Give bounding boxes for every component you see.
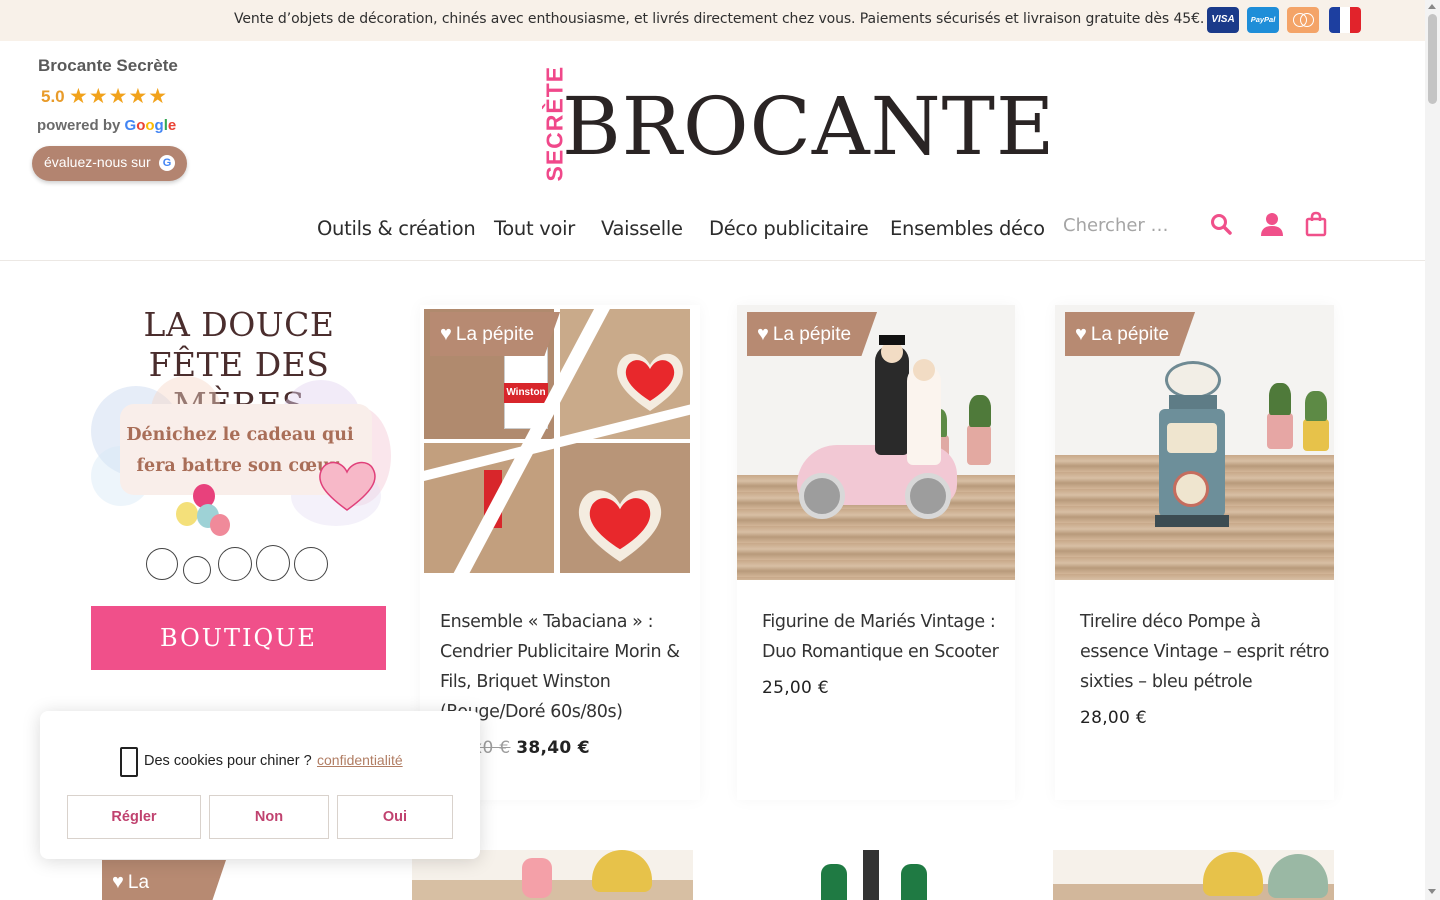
rate-us-label: évaluez-nous sur (44, 154, 151, 170)
scroll-down-arrow-icon[interactable] (1428, 889, 1436, 894)
heart-ashtray-icon (578, 490, 662, 562)
nav-item-outils-creation[interactable]: Outils & création (317, 217, 476, 240)
rating-stars-icon: ★★★★★ (69, 85, 169, 108)
pepite-badge: ♥La pépite (102, 860, 226, 900)
nav-item-vaisselle[interactable]: Vaisselle (601, 217, 683, 240)
price: 28,00 € (1080, 708, 1147, 728)
promo-title-line: LA DOUCE (143, 305, 335, 344)
google-letter: o (136, 117, 146, 134)
heart-icon: ♥ (1075, 323, 1087, 345)
cookie-message: Des cookies pour chiner ? (144, 753, 312, 769)
nav-item-ensembles-deco[interactable]: Ensembles déco (890, 217, 1045, 240)
badge-label: La pépite (772, 324, 852, 345)
google-letter: G (124, 117, 137, 134)
product-title[interactable]: Figurine de Mariés Vintage : Duo Romanti… (762, 607, 1012, 667)
heart-icon: ♥ (757, 323, 769, 345)
heart-doodle-icon (319, 461, 376, 511)
google-icon: G (159, 155, 175, 171)
paypal-icon: PayPal (1247, 7, 1279, 33)
google-business-name: Brocante Secrète (38, 56, 178, 75)
header-divider (0, 260, 1425, 261)
balloon-icon (176, 502, 198, 526)
badge-label: La pépite (455, 324, 535, 345)
heart-icon: ♥ (440, 323, 452, 345)
child-drawing-icon (294, 547, 328, 581)
product-image[interactable] (1053, 850, 1334, 900)
balloon-icon (210, 514, 230, 536)
product-price: 25,00 € (762, 678, 829, 698)
privacy-link[interactable]: confidentialité (317, 752, 403, 768)
pepite-badge: ♥La pépite (1065, 312, 1196, 356)
shopping-bag-icon[interactable] (1305, 211, 1327, 237)
site-logo[interactable]: SECRÈTE BROCANTE (514, 66, 1055, 184)
rate-us-google-button[interactable]: évaluez-nous sur G (32, 146, 187, 181)
nav-item-deco-publicitaire[interactable]: Déco publicitaire (709, 217, 869, 240)
product-image[interactable] (815, 850, 955, 900)
cookie-settings-button[interactable]: Régler (67, 795, 201, 839)
powered-by-google: powered by Google (37, 117, 176, 134)
boutique-button[interactable]: BOUTIQUE (91, 606, 386, 670)
announcement-bar: Vente d’objets de décoration, chinés ave… (0, 0, 1425, 41)
google-letter: o (145, 117, 155, 134)
heart-ashtray-icon (617, 353, 683, 411)
google-rating-score: 5.0 (41, 87, 65, 106)
product-card[interactable]: ♥ La pépite Tirelire déco Pompe à essence… (1055, 305, 1334, 800)
visa-icon: VISA (1207, 7, 1239, 33)
google-letter: e (167, 117, 177, 134)
product-title[interactable]: Ensemble « Tabaciana » : Cendrier Public… (440, 607, 690, 727)
price: 25,00 € (762, 678, 829, 698)
child-drawing-icon (256, 545, 290, 581)
announcement-text: Vente d’objets de décoration, chinés ave… (234, 11, 1205, 27)
logo-main-text: BROCANTE (562, 80, 1056, 173)
product-title[interactable]: Tirelire déco Pompe à essence Vintage – … (1080, 607, 1330, 697)
search-input[interactable] (1063, 212, 1193, 238)
nav-item-tout-voir[interactable]: Tout voir (494, 217, 575, 240)
french-flag-icon[interactable] (1329, 7, 1361, 33)
cookie-banner: Des cookies pour chiner ? confidentialit… (40, 711, 480, 859)
google-letter: g (154, 117, 164, 134)
search-icon[interactable] (1210, 213, 1232, 235)
cookie-icon (120, 747, 138, 777)
heart-icon: ♥ (112, 871, 124, 893)
page-scrollbar[interactable] (1425, 0, 1440, 900)
child-drawing-icon (146, 548, 178, 580)
pepite-badge: ♥La pépite (747, 312, 878, 356)
child-drawing-icon (218, 547, 252, 581)
product-card[interactable]: ♥ La pépite Figurine de Mariés Vintage : … (737, 305, 1015, 800)
scroll-up-arrow-icon[interactable] (1428, 4, 1436, 9)
cookie-accept-button[interactable]: Oui (337, 795, 453, 839)
account-icon[interactable] (1259, 211, 1285, 237)
winston-pack-label: Winston (504, 383, 548, 403)
scroll-thumb[interactable] (1428, 14, 1437, 104)
product-price: 28,00 € (1080, 708, 1147, 728)
mastercard-icon (1287, 7, 1319, 33)
child-drawing-icon (183, 556, 211, 584)
badge-label: La pépite (1090, 324, 1170, 345)
sale-price: 38,40 € (516, 738, 590, 758)
cookie-decline-button[interactable]: Non (209, 795, 329, 839)
powered-by-label: powered by (37, 117, 121, 134)
pepite-badge: ♥La pépite (430, 312, 561, 356)
promo-subtitle-line: Dénichez le cadeau qui (126, 425, 354, 445)
